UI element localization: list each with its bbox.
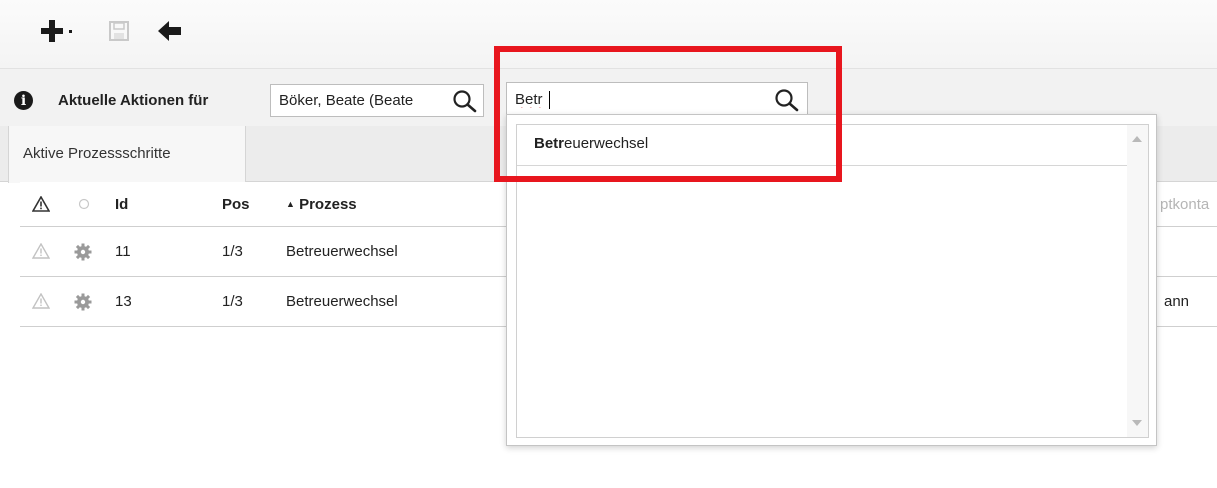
sort-ascending-icon: ▲ (286, 199, 295, 209)
tab-aktive-prozessschritte[interactable]: Aktive Prozessschritte (8, 126, 246, 183)
warning-icon (31, 292, 51, 313)
circle-icon (78, 198, 90, 210)
scroll-down-icon[interactable] (1132, 420, 1142, 426)
cell-pos: 1/3 (222, 243, 243, 260)
cell-process: Betreuerwechsel (286, 293, 398, 310)
column-id-header[interactable]: Id (115, 196, 128, 213)
info-icon: i (14, 91, 33, 110)
dropdown-scrollbar[interactable] (1127, 125, 1148, 437)
column-status-header[interactable] (78, 196, 90, 216)
person-search-button[interactable] (452, 89, 478, 113)
arrow-left-icon (158, 21, 181, 41)
column-pos-header[interactable]: Pos (222, 196, 250, 213)
floppy-disk-icon (109, 21, 129, 41)
highlight-annotation (494, 46, 842, 182)
person-search-input[interactable] (271, 85, 451, 116)
search-icon (453, 90, 477, 113)
cell-pos: 1/3 (222, 293, 243, 310)
warning-icon (31, 242, 51, 263)
add-menu-button[interactable] (38, 14, 88, 48)
column-clipped-header[interactable]: ptkonta (1160, 196, 1209, 213)
cell-process: Betreuerwechsel (286, 243, 398, 260)
person-search-field (270, 84, 484, 117)
scroll-up-icon[interactable] (1132, 136, 1142, 142)
save-button[interactable] (106, 14, 132, 48)
column-process-header[interactable]: ▲ Prozess (286, 196, 357, 213)
back-button[interactable] (150, 14, 190, 48)
cell-clipped: ann (1164, 293, 1190, 310)
column-warning-header[interactable] (31, 195, 51, 216)
cell-id: 13 (115, 293, 132, 310)
plus-icon (41, 20, 72, 42)
chevron-down-icon (69, 30, 72, 33)
filter-label: Aktuelle Aktionen für (58, 92, 209, 109)
cell-id: 11 (115, 243, 131, 260)
warning-icon (31, 195, 51, 212)
column-process-label: Prozess (299, 196, 357, 213)
gear-icon (74, 293, 92, 315)
gear-icon (74, 243, 92, 265)
